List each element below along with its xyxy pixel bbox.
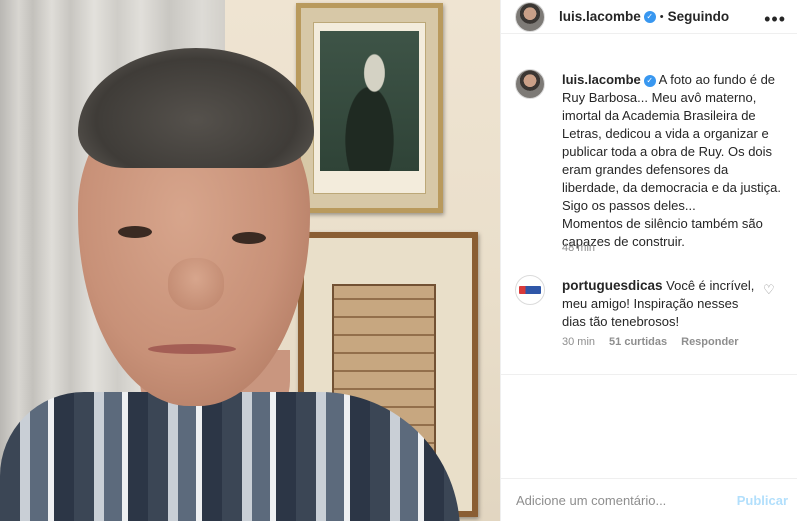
comment-line: dias tão tenebrosos! bbox=[562, 314, 680, 329]
caption-line: liberdade, da democracia e da justiça. bbox=[562, 180, 781, 195]
heart-icon[interactable]: ♡ bbox=[763, 282, 777, 297]
caption-author-avatar[interactable] bbox=[515, 69, 545, 99]
add-comment-row: Publicar bbox=[501, 479, 797, 521]
caption-line: publicar toda a obra de Ruy. Os dois bbox=[562, 144, 773, 159]
caption-line: imortal da Academia Brasileira de bbox=[562, 108, 756, 123]
following-button[interactable]: Seguindo bbox=[668, 9, 730, 24]
separator-dot: • bbox=[659, 10, 664, 23]
comment-text: portuguesdicas Você é incrível, meu amig… bbox=[562, 277, 762, 331]
comments-list[interactable]: luis.lacombe ✓ A foto ao fundo é de Ruy B… bbox=[501, 52, 797, 372]
publish-button[interactable]: Publicar bbox=[737, 493, 788, 508]
nose bbox=[168, 258, 224, 310]
verified-badge-icon: ✓ bbox=[643, 74, 656, 87]
caption-text: luis.lacombe ✓ A foto ao fundo é de Ruy B… bbox=[562, 71, 787, 251]
more-options-icon[interactable]: ••• bbox=[764, 9, 786, 30]
verified-badge-icon: ✓ bbox=[643, 10, 656, 23]
commenter-logo bbox=[519, 286, 541, 294]
comment-timestamp[interactable]: 30 min bbox=[562, 336, 595, 348]
caption-line: Momentos de silêncio também são bbox=[562, 216, 763, 231]
caption-timestamp[interactable]: 48 min bbox=[562, 242, 595, 254]
caption-username[interactable]: luis.lacombe bbox=[562, 72, 641, 87]
author-avatar[interactable] bbox=[515, 1, 545, 32]
post-photo[interactable] bbox=[0, 0, 500, 521]
caption-line: capazes de construir. bbox=[562, 234, 685, 249]
divider bbox=[501, 374, 797, 375]
author-username[interactable]: luis.lacombe bbox=[559, 9, 641, 24]
caption-line: eram grandes defensores da bbox=[562, 162, 729, 177]
add-comment-input[interactable] bbox=[516, 492, 726, 508]
mouth bbox=[148, 344, 236, 354]
commenter-username[interactable]: portuguesdicas bbox=[562, 278, 663, 293]
caption-line: Ruy Barbosa... Meu avô materno, bbox=[562, 90, 757, 105]
reply-button[interactable]: Responder bbox=[681, 336, 738, 348]
framed-portrait bbox=[296, 3, 443, 213]
caption-line: Letras, dedicou a vida a organizar e bbox=[562, 126, 769, 141]
comment-likes[interactable]: 51 curtidas bbox=[609, 336, 667, 348]
comment-meta: 30 min 51 curtidas Responder bbox=[562, 336, 739, 348]
shirt bbox=[0, 392, 460, 521]
post-header: luis.lacombe ✓ • Seguindo ••• bbox=[501, 0, 797, 34]
left-eye bbox=[118, 226, 152, 238]
comment-line: Você é incrível, bbox=[666, 278, 755, 293]
right-eye bbox=[232, 232, 266, 244]
commenter-avatar[interactable] bbox=[515, 275, 545, 305]
post-side-panel: luis.lacombe ✓ • Seguindo ••• luis.lacom… bbox=[500, 0, 797, 521]
caption-line: A foto ao fundo é de bbox=[658, 72, 776, 87]
comment-line: meu amigo! Inspiração nesses bbox=[562, 296, 739, 311]
caption-line: Sigo os passos deles... bbox=[562, 198, 696, 213]
